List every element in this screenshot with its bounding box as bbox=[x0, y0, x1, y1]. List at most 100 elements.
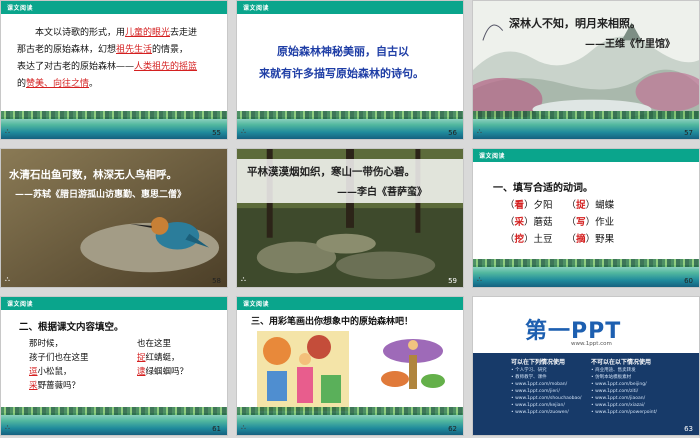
verb-row: （挖）土豆 （摘）野果 bbox=[505, 231, 614, 248]
usage-panel bbox=[473, 353, 699, 435]
pdf-icon: ⛬ bbox=[477, 127, 482, 135]
highlight-text: 儿童的眼光 bbox=[125, 28, 171, 38]
line-text: 红蜻蜓， bbox=[145, 353, 180, 363]
usage-item: • www.1ppt.com/jiaoan/ bbox=[591, 396, 646, 401]
usage-item: • www.1ppt.com/jieri/ bbox=[511, 389, 560, 394]
poem-source: ——王维《竹里馆》 bbox=[585, 39, 675, 50]
slide-thumbnail-55[interactable]: 课文阅读 本文以诗歌的形式，用儿童的眼光去走进 那古老的原始森林，幻想祖先生活的情… bbox=[0, 0, 228, 140]
header-tag: 课文阅读 bbox=[479, 153, 506, 160]
slide-header: 课文阅读 bbox=[473, 149, 699, 162]
verb-text: （ bbox=[505, 217, 515, 228]
pdf-icon: ⛬ bbox=[5, 127, 10, 135]
usage-item: • 商业用途、售卖转发 bbox=[591, 368, 636, 373]
slide-number: 62 bbox=[448, 425, 457, 433]
plain-text: 表达了对古老的原始森林—— bbox=[17, 62, 135, 72]
paragraph-line: 的赞美、向往之情。 bbox=[17, 76, 222, 93]
slide-number: 63 bbox=[684, 425, 693, 433]
poem-source: ——李白《菩萨蛮》 bbox=[337, 187, 427, 198]
highlight-text: 赞美、向往之情 bbox=[26, 79, 90, 89]
verb-text: ）土豆 bbox=[524, 234, 553, 245]
slide-number: 60 bbox=[684, 277, 693, 285]
usage-item: • 个人学习、研究 bbox=[511, 368, 547, 373]
slide-number: 61 bbox=[212, 425, 221, 433]
verb-text: ）夕阳 bbox=[524, 200, 553, 211]
slide-header: 课文阅读 bbox=[1, 1, 227, 14]
exercise-title: 二、根据课文内容填空。 bbox=[19, 322, 124, 333]
paragraph-line: 那古老的原始森林，幻想祖先生活的情景， bbox=[17, 42, 222, 59]
verse-intro-line-2: 来就有许多描写原始森林的诗句。 bbox=[259, 67, 424, 80]
answer-verb: 写 bbox=[576, 217, 586, 228]
plain-text: 的 bbox=[17, 79, 27, 89]
slide-header: 课文阅读 bbox=[237, 1, 463, 14]
usage-item: • 教师教学、课件 bbox=[511, 375, 547, 380]
forbidden-usage-list: • 商业用途、售卖转发 • 仿制本站模板素材 • www.1ppt.com/beij… bbox=[591, 367, 657, 416]
slide-number: 59 bbox=[448, 277, 457, 285]
answer-word: 捉 bbox=[137, 353, 146, 363]
header-tag: 课文阅读 bbox=[243, 5, 270, 12]
answer-word: 逮 bbox=[137, 367, 146, 377]
verb-text: ）野果 bbox=[585, 234, 615, 245]
verb-text: ）蝴蝶 bbox=[585, 200, 615, 211]
plain-text: 去走进 bbox=[170, 28, 198, 38]
plain-text: 本文以诗歌的形式，用 bbox=[35, 28, 126, 38]
usage-item: • www.1ppt.com/moban/ bbox=[511, 382, 568, 387]
poem-line: 那时候， bbox=[29, 339, 64, 349]
poem-line: 逮绿蝈蝈吗？ bbox=[137, 365, 188, 379]
verb-text: （ bbox=[566, 217, 577, 228]
slide-thumbnail-58[interactable]: 水清石出鱼可数，林深无人鸟相呼。 ——苏轼《腊日游孤山访惠勤、惠思二僧》 ⛬ 5… bbox=[0, 148, 228, 288]
allowed-usage-list: • 个人学习、研究 • 教师教学、课件 • www.1ppt.com/moban/ •… bbox=[511, 367, 582, 416]
paragraph-line: 表达了对古老的原始森林——人类祖先的摇篮 bbox=[17, 59, 222, 76]
slide-thumbnail-61[interactable]: 课文阅读 二、根据课文内容填空。 那时候， 孩子们也在这里 逗小松鼠， 采野蔷薇吗？ … bbox=[0, 296, 228, 436]
header-tag: 课文阅读 bbox=[243, 301, 270, 308]
highlight-text: 人类祖先的摇篮 bbox=[134, 62, 198, 72]
verb-text: （ bbox=[505, 200, 515, 211]
answer-verb: 看 bbox=[514, 200, 525, 211]
forbidden-usage-title: 不可以在以下情况使用 bbox=[591, 359, 652, 366]
slide-thumbnail-62[interactable]: 课文阅读 三、用彩笔画出你想象中的原始森林吧！ ⛬ 62 bbox=[236, 296, 464, 436]
slide-thumbnail-56[interactable]: 课文阅读 原始森林神秘美丽，自古以 来就有许多描写原始森林的诗句。 ⛬ 56 bbox=[236, 0, 464, 140]
pdf-icon: ⛬ bbox=[5, 423, 10, 431]
usage-item: • www.1ppt.com/shouchaobao/ bbox=[511, 396, 582, 401]
slide-number: 57 bbox=[684, 129, 693, 137]
answer-word: 逗 bbox=[29, 367, 38, 377]
usage-item: • www.1ppt.com/powerpoint/ bbox=[591, 410, 657, 415]
paragraph-line: 本文以诗歌的形式，用儿童的眼光去走进 bbox=[17, 25, 222, 42]
answer-verb: 采 bbox=[514, 217, 525, 228]
verb-row: （采）蘑菇 （写）作业 bbox=[505, 214, 614, 231]
poem-line: 深林人不知，明月来相照。 bbox=[509, 17, 641, 30]
intro-paragraph: 本文以诗歌的形式，用儿童的眼光去走进 那古老的原始森林，幻想祖先生活的情景， 表达了… bbox=[17, 25, 222, 93]
usage-item: • www.1ppt.com/kejian/ bbox=[511, 403, 565, 408]
verb-table: （看）夕阳 （捉）蝴蝶 （采）蘑菇 （写）作业 （挖）土豆 （摘）野果 bbox=[505, 197, 614, 248]
verb-text: （ bbox=[566, 234, 577, 245]
answer-verb: 摘 bbox=[576, 234, 586, 245]
poem-line: 捉红蜻蜓， bbox=[137, 351, 188, 365]
line-text: 绿蝈蝈吗？ bbox=[145, 367, 189, 377]
slide-number: 56 bbox=[448, 129, 457, 137]
child-drawing-image-2 bbox=[377, 335, 449, 403]
poem-line: 逗小松鼠， bbox=[29, 365, 89, 379]
slide-number: 55 bbox=[212, 129, 221, 137]
slide-thumbnail-63[interactable]: 第一PPT www.1ppt.com 可以在下列情况使用 不可以在以下情况使用 … bbox=[472, 296, 700, 436]
usage-item: • www.1ppt.com/ziti/ bbox=[591, 389, 639, 394]
slide-thumbnail-59[interactable]: 平林漠漠烟如织，寒山一带伤心碧。 ——李白《菩萨蛮》 ⛬ 59 bbox=[236, 148, 464, 288]
pdf-icon: ⛬ bbox=[241, 423, 246, 431]
slide-header: 课文阅读 bbox=[237, 297, 463, 310]
slide-thumbnail-60[interactable]: 课文阅读 一、填写合适的动词。 （看）夕阳 （捉）蝴蝶 （采）蘑菇 （写）作业 （挖）土… bbox=[472, 148, 700, 288]
verb-text: （ bbox=[505, 234, 515, 245]
header-tag: 课文阅读 bbox=[7, 5, 34, 12]
highlight-text: 祖先生活 bbox=[116, 45, 153, 55]
poem-left-column: 那时候， 孩子们也在这里 逗小松鼠， 采野蔷薇吗？ bbox=[29, 337, 89, 393]
poem-source: ——苏轼《腊日游孤山访惠勤、惠思二僧》 bbox=[15, 190, 187, 200]
pdf-icon: ⛬ bbox=[477, 275, 482, 283]
poem-line: 水清石出鱼可数，林深无人鸟相呼。 bbox=[9, 169, 177, 181]
plain-text: 的情景， bbox=[152, 45, 189, 55]
verse-intro-line-1: 原始森林神秘美丽，自古以 bbox=[277, 45, 409, 58]
plain-text: 那古老的原始森林，幻想 bbox=[17, 45, 117, 55]
exercise-title: 三、用彩笔画出你想象中的原始森林吧！ bbox=[251, 317, 414, 327]
slide-header: 课文阅读 bbox=[1, 297, 227, 310]
slide-footer bbox=[237, 111, 463, 139]
slide-thumbnail-57[interactable]: 深林人不知，明月来相照。 ——王维《竹里馆》 ⛬ 57 bbox=[472, 0, 700, 140]
slide-footer bbox=[1, 111, 227, 139]
pdf-icon: ⛬ bbox=[5, 275, 10, 283]
exercise-title: 一、填写合适的动词。 bbox=[493, 183, 593, 194]
